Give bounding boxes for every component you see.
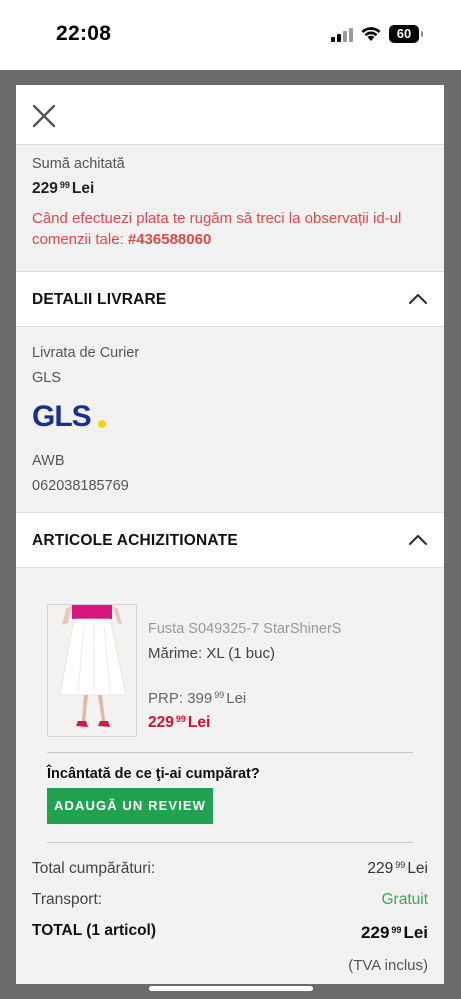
order-id: #436588060 [127, 231, 212, 248]
divider [47, 842, 413, 843]
purchased-items-section: Fusta S049325-7 StarShinerS Mărime: XL (… [16, 568, 444, 843]
total-value: 229 99 Lei [361, 923, 428, 942]
paid-amount-label: Sumă achitată [32, 156, 125, 172]
total-label: TOTAL (1 articol) [32, 922, 157, 939]
wifi-icon [361, 27, 381, 41]
product-info: Fusta S049325-7 StarShinerS Mărime: XL (… [148, 604, 341, 737]
payment-section: Sumă achitată 229 99 Lei Când efectuezi pl… [16, 145, 444, 271]
close-icon[interactable] [31, 103, 57, 129]
product-thumbnail[interactable] [47, 604, 137, 737]
subtotal-row: Total cumpărături: 229 99 Lei [32, 860, 428, 891]
modal-header [16, 85, 444, 145]
courier-name: GLS [32, 370, 62, 386]
vat-note: (TVA inclus) [348, 957, 428, 974]
shipping-row: Transport: Gratuit [32, 891, 428, 922]
product-name[interactable]: Fusta S049325-7 StarShinerS [148, 619, 341, 639]
purchased-items-header[interactable]: ARTICOLE ACHIZITIONATE [16, 512, 444, 568]
product-size: Mărime: XL (1 buc) [148, 645, 275, 662]
shipping-label: Transport: [32, 891, 103, 908]
status-time: 22:08 [56, 22, 112, 45]
delivery-section: Livrata de Curier GLS GLS AWB 0620381857… [16, 327, 444, 512]
svg-text:GLS: GLS [32, 400, 91, 432]
delivery-method-label: Livrata de Curier [32, 345, 140, 361]
list-item[interactable]: Fusta S049325-7 StarShinerS Mărime: XL (… [47, 604, 413, 737]
chevron-up-icon[interactable] [408, 533, 428, 547]
shipping-value: Gratuit [381, 891, 428, 908]
subtotal-value: 229 99 Lei [367, 860, 428, 877]
cellular-signal-icon [331, 28, 355, 42]
battery-icon: 60 [389, 25, 419, 43]
awb-number: 062038185769 [32, 478, 129, 494]
awb-label: AWB [32, 453, 65, 469]
gls-logo: GLS [32, 400, 106, 433]
subtotal-label: Total cumpărături: [32, 860, 156, 877]
total-row: TOTAL (1 articol) 229 99 Lei [32, 922, 428, 953]
delivery-details-header[interactable]: DETALII LIVRARE [16, 271, 444, 327]
purchased-items-title: ARTICOLE ACHIZITIONATE [32, 532, 238, 549]
order-totals: Total cumpărături: 229 99 Lei Transport: G… [16, 860, 444, 974]
status-bar: 22:08 60 [0, 0, 461, 70]
skirt-image [48, 605, 136, 736]
delivery-details-title: DETALII LIVRARE [32, 291, 167, 308]
order-details-modal: Sumă achitată 229 99 Lei Când efectuezi pl… [16, 85, 444, 984]
chevron-up-icon[interactable] [408, 292, 428, 306]
divider [47, 752, 413, 753]
paid-amount: 229 99 Lei [32, 180, 95, 197]
product-price: 229 99 Lei [148, 714, 211, 731]
add-review-button[interactable]: ADAUGĂ UN REVIEW [47, 788, 213, 824]
product-prp: PRP: 399 99 Lei [148, 690, 247, 707]
battery-tip [421, 31, 423, 37]
review-question: Încântată de ce ţi-ai cumpărat? [47, 766, 260, 782]
payment-notice: Când efectuezi plata te rugăm să treci l… [32, 210, 402, 248]
home-indicator[interactable] [149, 986, 313, 991]
